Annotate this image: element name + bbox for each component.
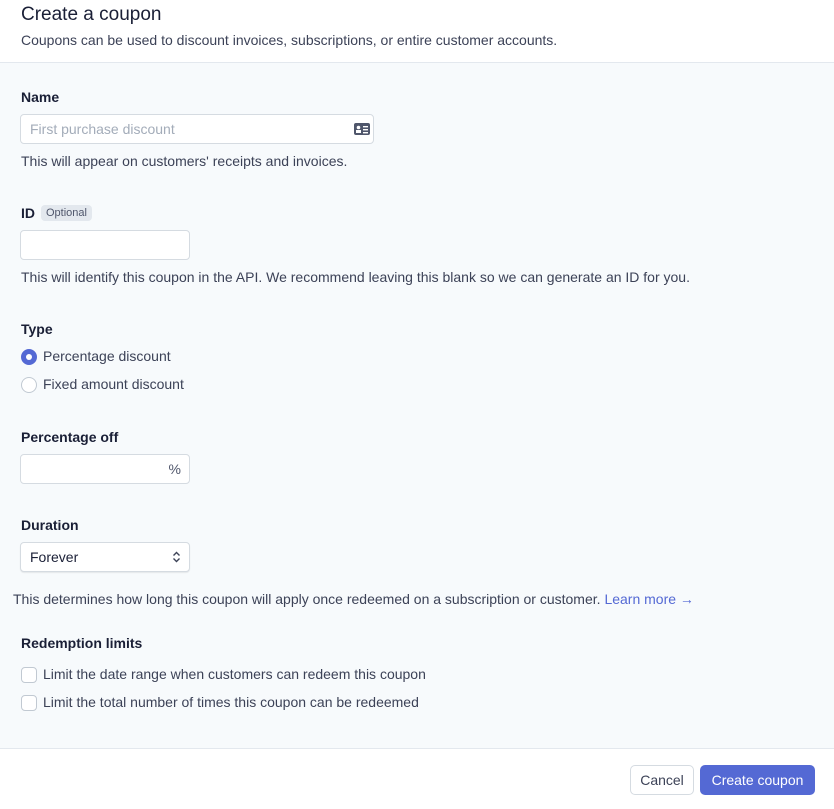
checkbox-label: Limit the total number of times this cou…	[43, 694, 419, 710]
checkbox-limit-date-range[interactable]: Limit the date range when customers can …	[21, 666, 426, 684]
radio-selected[interactable]	[21, 349, 37, 365]
chevron-up-down-icon	[173, 551, 180, 563]
name-input[interactable]: First purchase discount	[20, 114, 374, 144]
optional-badge: Optional	[41, 205, 92, 221]
checkbox-limit-redemptions[interactable]: Limit the total number of times this cou…	[21, 694, 419, 712]
name-label: Name	[21, 89, 60, 105]
id-input[interactable]	[20, 230, 190, 260]
duration-help-text: This determines how long this coupon wil…	[13, 591, 601, 607]
type-label: Type	[21, 321, 53, 337]
cancel-button[interactable]: Cancel	[630, 765, 694, 795]
radio-fixed-amount-discount[interactable]: Fixed amount discount	[21, 376, 184, 394]
create-coupon-button[interactable]: Create coupon	[700, 765, 815, 795]
percentage-input[interactable]: %	[20, 454, 190, 484]
dialog-footer: Cancel Create coupon	[0, 748, 834, 809]
duration-label: Duration	[21, 517, 79, 533]
checkbox[interactable]	[21, 695, 37, 711]
name-help: This will appear on customers' receipts …	[21, 153, 348, 169]
radio-unselected[interactable]	[21, 377, 37, 393]
radio-label: Percentage discount	[43, 348, 171, 364]
radio-label: Fixed amount discount	[43, 376, 184, 392]
checkbox[interactable]	[21, 667, 37, 683]
name-placeholder: First purchase discount	[30, 121, 175, 137]
redemption-limits-label: Redemption limits	[21, 635, 143, 651]
percent-suffix: %	[168, 461, 181, 477]
id-label: ID Optional	[21, 205, 92, 221]
learn-more-link[interactable]: Learn more →	[604, 591, 693, 607]
duration-select[interactable]: Forever	[20, 542, 190, 572]
duration-value: Forever	[30, 549, 79, 565]
duration-help: This determines how long this coupon wil…	[13, 591, 694, 607]
percentage-label: Percentage off	[21, 429, 119, 445]
id-label-text: ID	[21, 205, 35, 221]
checkbox-label: Limit the date range when customers can …	[43, 666, 426, 682]
dialog-title: Create a coupon	[21, 4, 162, 25]
dialog-subtitle: Coupons can be used to discount invoices…	[21, 32, 558, 48]
id-help: This will identify this coupon in the AP…	[21, 269, 690, 285]
radio-percentage-discount[interactable]: Percentage discount	[21, 348, 171, 366]
dialog-header: Create a coupon Coupons can be used to d…	[0, 0, 834, 63]
contact-card-icon	[354, 123, 370, 135]
